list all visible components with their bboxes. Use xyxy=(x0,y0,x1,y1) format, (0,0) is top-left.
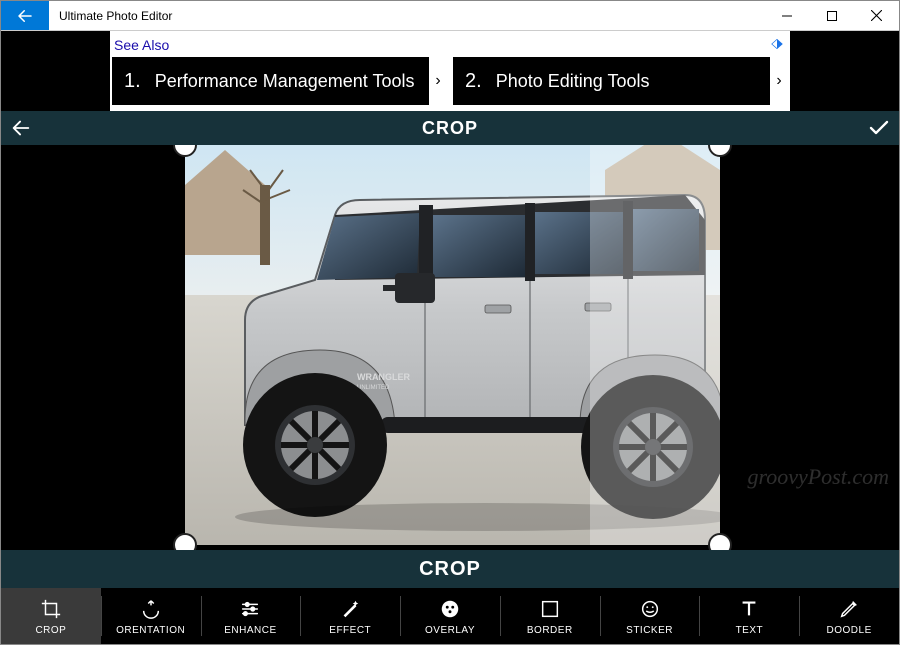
checkmark-icon xyxy=(867,116,891,140)
ad-card-1[interactable]: 1. Performance Management Tools › xyxy=(112,57,447,105)
cancel-button[interactable] xyxy=(1,117,41,139)
minimize-button[interactable] xyxy=(764,1,809,30)
tool-label: STICKER xyxy=(626,625,673,636)
tool-effect[interactable]: EFFECT xyxy=(300,588,400,644)
ad-region: See Also 1. Performance Management Tools… xyxy=(1,31,899,111)
effect-icon xyxy=(339,598,361,620)
border-icon xyxy=(539,598,561,620)
overlay-icon xyxy=(439,598,461,620)
ad-box: See Also 1. Performance Management Tools… xyxy=(110,31,790,111)
tool-doodle[interactable]: DOODLE xyxy=(799,588,899,644)
orientation-icon xyxy=(140,598,162,620)
app-window: Ultimate Photo Editor See Also 1. Perfor… xyxy=(0,0,900,645)
ad-card-label: Performance Management Tools xyxy=(155,71,415,92)
mode-label-bar: CROP xyxy=(1,550,899,588)
tool-label: BORDER xyxy=(527,625,573,636)
ad-header: See Also xyxy=(110,31,790,57)
tool-strip: CROP ORENTATION ENHANCE EFFECT OVERLAY B… xyxy=(1,588,899,644)
arrow-left-icon xyxy=(10,117,32,139)
svg-text:WRANGLER: WRANGLER xyxy=(357,372,410,382)
ad-card-label: Photo Editing Tools xyxy=(496,71,650,92)
sticker-icon xyxy=(639,598,661,620)
doodle-icon xyxy=(838,598,860,620)
tool-enhance[interactable]: ENHANCE xyxy=(201,588,301,644)
crop-excluded-overlay xyxy=(590,145,720,545)
watermark: groovyPost.com xyxy=(747,464,889,490)
tool-label: EFFECT xyxy=(329,625,371,636)
tool-label: CROP xyxy=(35,625,66,636)
enhance-icon xyxy=(239,598,261,620)
window-title: Ultimate Photo Editor xyxy=(49,1,182,30)
tool-border[interactable]: BORDER xyxy=(500,588,600,644)
svg-text:UNLIMITED: UNLIMITED xyxy=(357,385,390,391)
chevron-right-icon: › xyxy=(770,57,788,105)
minimize-icon xyxy=(782,11,792,21)
tool-text[interactable]: TEXT xyxy=(699,588,799,644)
maximize-icon xyxy=(827,11,837,21)
ad-card-number: 2. xyxy=(465,70,482,93)
crop-handle-bottom-right[interactable] xyxy=(708,533,732,550)
text-icon xyxy=(738,598,760,620)
ad-info-icon[interactable] xyxy=(770,37,784,51)
tool-overlay[interactable]: OVERLAY xyxy=(400,588,500,644)
tool-sticker[interactable]: STICKER xyxy=(600,588,700,644)
tool-label: ENHANCE xyxy=(224,625,276,636)
titlebar-spacer xyxy=(182,1,764,30)
chevron-right-icon: › xyxy=(429,57,447,105)
crop-handle-bottom-left[interactable] xyxy=(173,533,197,550)
confirm-button[interactable] xyxy=(859,116,899,140)
arrow-left-icon xyxy=(16,7,34,25)
mode-title: CROP xyxy=(41,118,859,139)
tool-label: TEXT xyxy=(736,625,764,636)
tool-orientation[interactable]: ORENTATION xyxy=(101,588,201,644)
tool-label: ORENTATION xyxy=(116,625,185,636)
ad-row: 1. Performance Management Tools › 2. Pho… xyxy=(110,57,790,107)
crop-icon xyxy=(40,598,62,620)
canvas-area[interactable]: WRANGLER UNLIMITED xyxy=(1,145,899,550)
close-icon xyxy=(871,10,882,21)
ad-card-2[interactable]: 2. Photo Editing Tools › xyxy=(453,57,788,105)
ad-card-number: 1. xyxy=(124,70,141,93)
maximize-button[interactable] xyxy=(809,1,854,30)
mode-bar: CROP xyxy=(1,111,899,145)
back-button[interactable] xyxy=(1,1,49,30)
titlebar: Ultimate Photo Editor xyxy=(1,1,899,31)
photo-preview[interactable]: WRANGLER UNLIMITED xyxy=(185,145,720,545)
tool-label: DOODLE xyxy=(827,625,872,636)
tool-label: OVERLAY xyxy=(425,625,475,636)
close-button[interactable] xyxy=(854,1,899,30)
tool-crop[interactable]: CROP xyxy=(1,588,101,644)
